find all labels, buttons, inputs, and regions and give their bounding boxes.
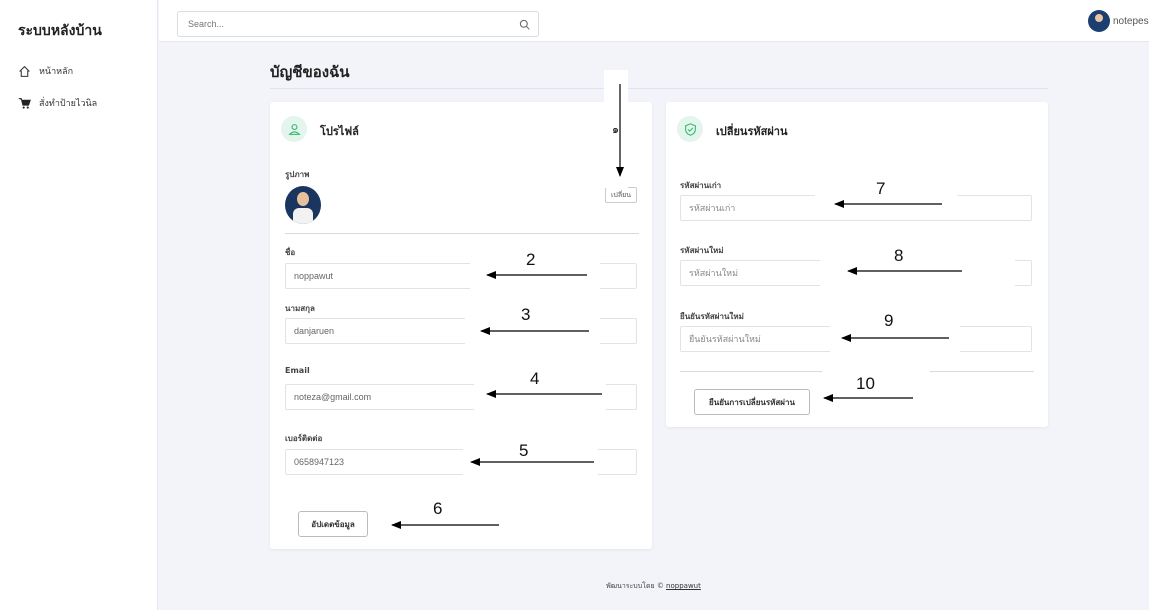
footer: พัฒนาระบบโดย © noppawut	[0, 581, 1149, 592]
footer-text: พัฒนาระบบโดย ©	[606, 582, 667, 590]
annotation-arrows	[391, 84, 962, 529]
footer-author-link[interactable]: noppawut	[666, 582, 701, 590]
